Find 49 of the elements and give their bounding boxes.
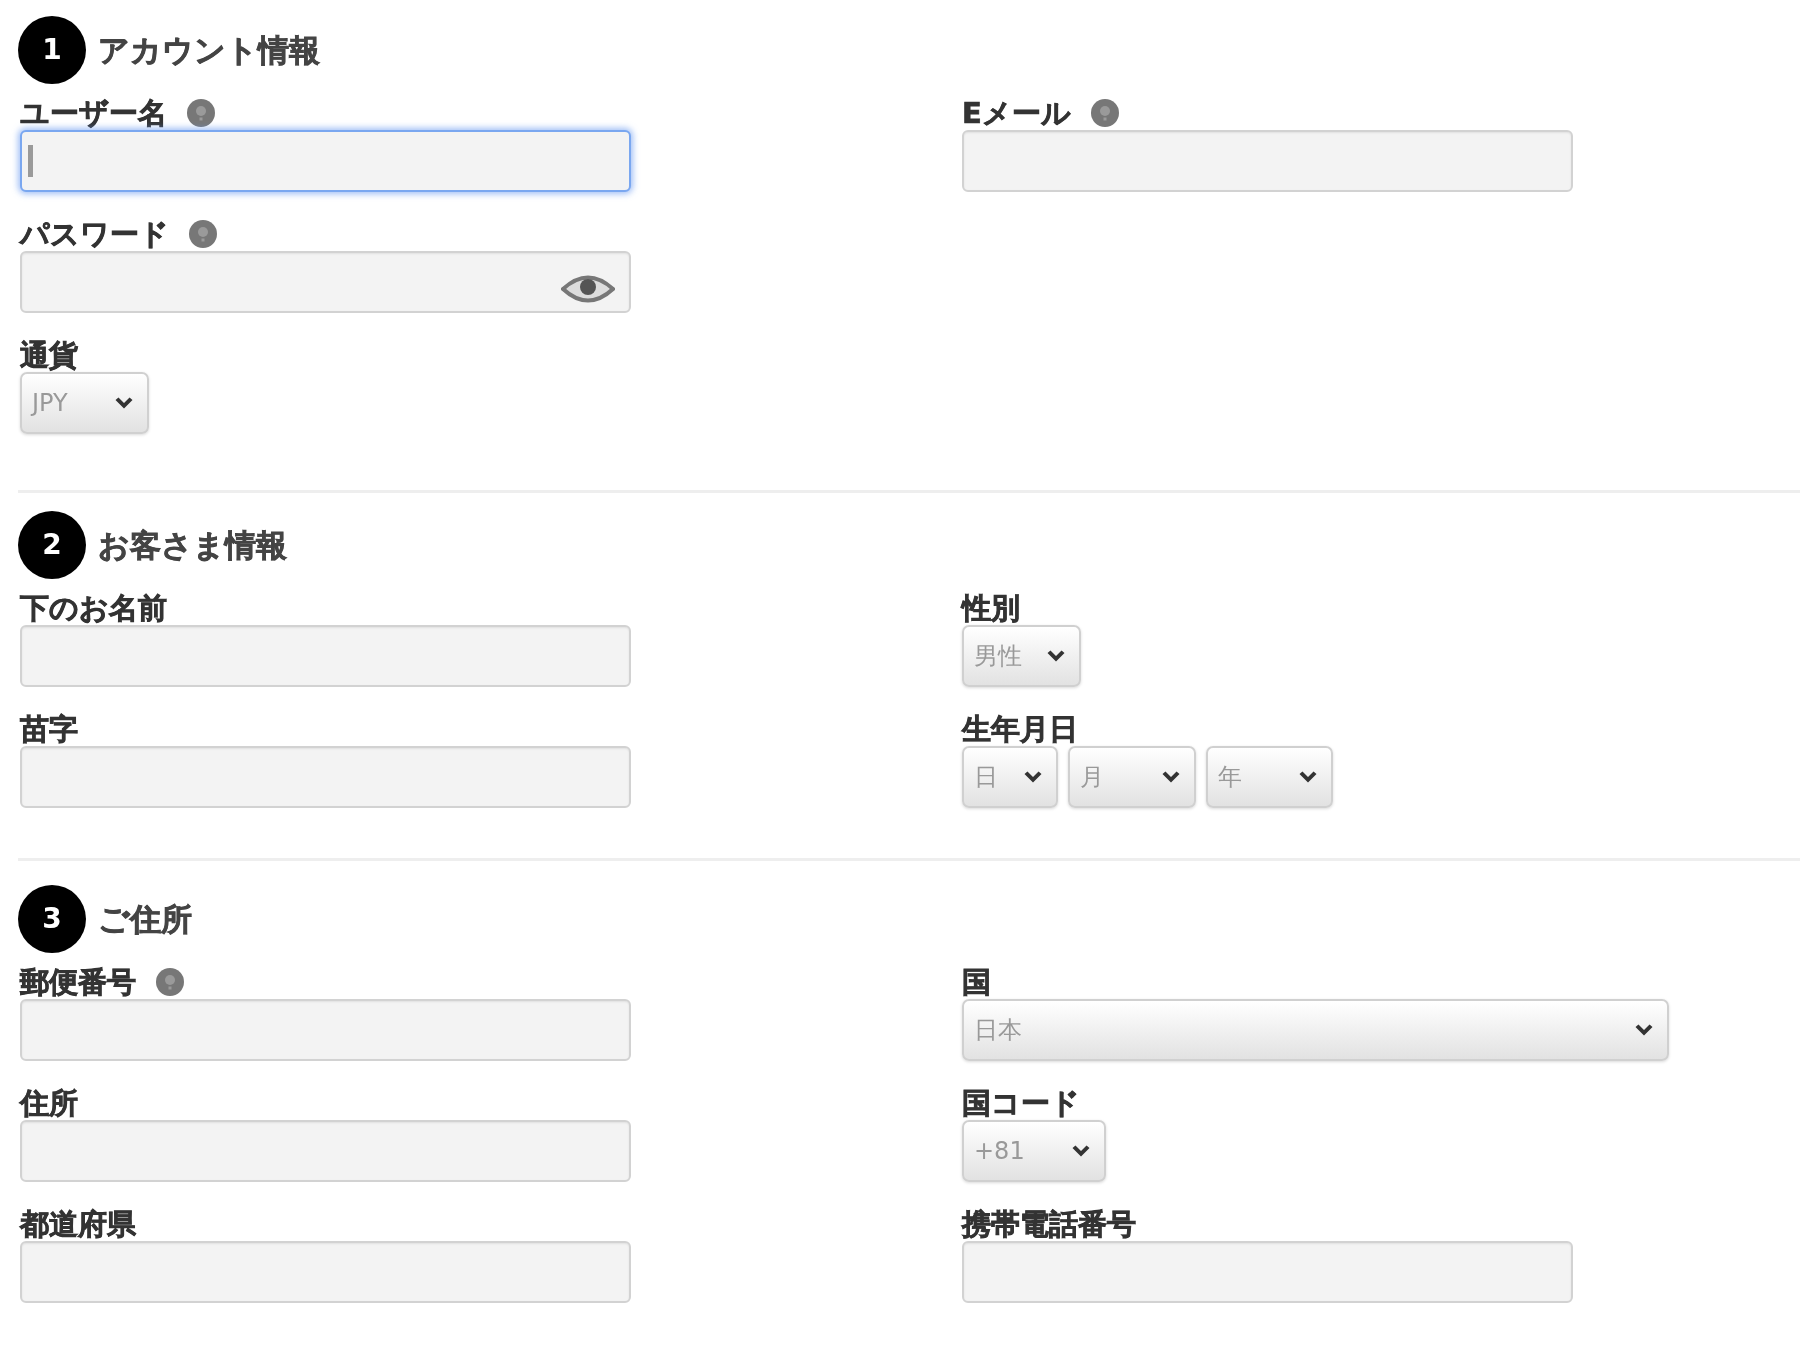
dropdown[interactable]: 日本 (962, 999, 1669, 1061)
chevron-down-icon (1162, 771, 1180, 783)
field-label: 都道府県 (20, 1207, 136, 1241)
dropdown[interactable]: 月 (1068, 746, 1196, 808)
field-label: 生年月日 (962, 712, 1078, 746)
text-field[interactable] (20, 746, 631, 808)
dropdown[interactable]: 年 (1206, 746, 1333, 808)
field-label: 苗字 (20, 712, 78, 746)
dropdown[interactable]: JPY (20, 372, 149, 434)
section-title: お客さま情報 (98, 525, 287, 565)
field-label: 下のお名前 (20, 591, 167, 625)
help-icon[interactable] (189, 220, 217, 248)
step-number-badge: 2 (18, 511, 86, 579)
chevron-down-icon (1299, 771, 1317, 783)
text-field[interactable] (962, 130, 1573, 192)
field-label: 携帯電話番号 (962, 1207, 1136, 1241)
eye-icon[interactable] (561, 272, 615, 306)
step-number-badge: 3 (18, 885, 86, 953)
section-title: ご住所 (98, 899, 192, 939)
help-icon[interactable] (187, 99, 215, 127)
section-title: アカウント情報 (98, 30, 320, 70)
field-label: 性別 (962, 591, 1020, 625)
help-icon[interactable] (156, 968, 184, 996)
field-label: Eメール (962, 96, 1071, 130)
field-label: 通貨 (20, 338, 78, 372)
text-cursor-icon (28, 145, 33, 177)
chevron-down-icon (115, 397, 133, 409)
password-field[interactable] (20, 251, 631, 313)
text-field[interactable] (20, 999, 631, 1061)
help-icon[interactable] (1090, 99, 1119, 127)
dropdown[interactable]: +81 (962, 1120, 1106, 1182)
chevron-down-icon (1024, 771, 1042, 783)
field-label: 郵便番号 (20, 965, 136, 999)
chevron-down-icon (1047, 650, 1065, 662)
text-field[interactable] (962, 1241, 1573, 1303)
text-field[interactable] (20, 625, 631, 687)
field-label: 国コード (962, 1086, 1080, 1120)
field-label: 国 (962, 965, 991, 999)
field-label: パスワード (20, 217, 169, 251)
text-field[interactable] (20, 1120, 631, 1182)
step-number-badge: 1 (18, 16, 86, 84)
field-label: ユーザー名 (20, 96, 167, 130)
text-field[interactable] (20, 130, 631, 192)
chevron-down-icon (1635, 1024, 1653, 1036)
dropdown[interactable]: 日 (962, 746, 1058, 808)
field-label: 住所 (20, 1086, 78, 1120)
dropdown[interactable]: 男性 (962, 625, 1081, 687)
text-field[interactable] (20, 1241, 631, 1303)
chevron-down-icon (1072, 1145, 1090, 1157)
